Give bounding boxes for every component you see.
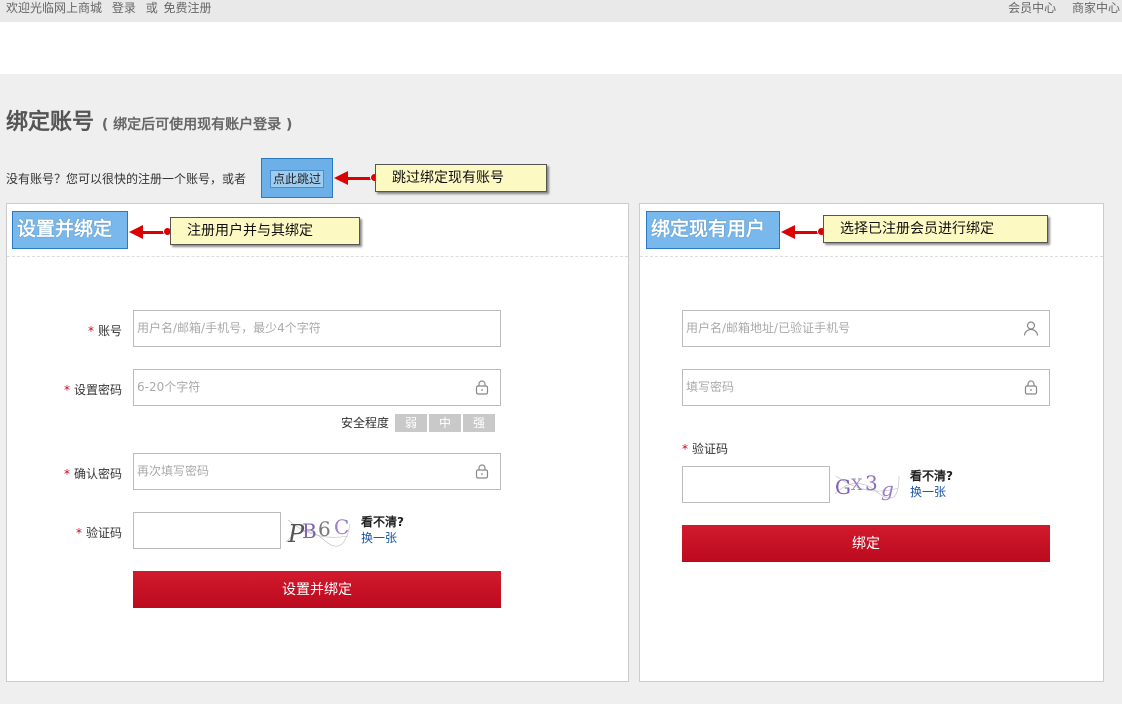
register-link[interactable]: 免费注册 bbox=[164, 1, 212, 15]
page-title-text: 绑定账号 bbox=[6, 110, 95, 135]
or-text: 或 bbox=[145, 1, 158, 15]
confirm-password-label: * 确认密码 bbox=[40, 465, 122, 482]
register-captcha-refresh: 看不清? 换一张 bbox=[361, 514, 404, 546]
register-password-input[interactable]: 6-20个字符 bbox=[133, 369, 501, 406]
top-bar-right: 会员中心 商家中心 bbox=[996, 0, 1120, 17]
required-mark: * bbox=[87, 324, 94, 338]
required-mark: * bbox=[682, 442, 688, 456]
bind-password-placeholder: 填写密码 bbox=[686, 380, 735, 394]
skip-callout: 跳过绑定现有账号 bbox=[375, 164, 547, 192]
register-confirm-placeholder: 再次填写密码 bbox=[137, 464, 210, 478]
required-mark: * bbox=[63, 383, 70, 397]
svg-text:G: G bbox=[835, 475, 851, 499]
merchant-center-link[interactable]: 商家中心 bbox=[1072, 1, 1120, 15]
register-captcha-input[interactable] bbox=[133, 512, 281, 549]
register-confirm-password-input[interactable]: 再次填写密码 bbox=[133, 453, 501, 490]
svg-text:6: 6 bbox=[318, 517, 331, 541]
register-callout-arrow-line bbox=[141, 231, 165, 234]
bind-captcha-image[interactable]: G X 3 g bbox=[833, 466, 901, 503]
bind-password-input[interactable]: 填写密码 bbox=[682, 369, 1050, 406]
page-subtitle: ( 绑定后可使用现有账户登录 ) bbox=[101, 117, 293, 133]
bind-callout: 选择已注册会员进行绑定 bbox=[823, 215, 1048, 243]
swap-captcha-link[interactable]: 换一张 bbox=[361, 530, 404, 546]
svg-text:3: 3 bbox=[865, 471, 878, 495]
page-title: 绑定账号 ( 绑定后可使用现有账户登录 ) bbox=[6, 104, 292, 136]
skip-hint-text: 没有账号？您可以很快的注册一个账号，或者 bbox=[6, 172, 247, 186]
bind-captcha-label: * 验证码 bbox=[682, 440, 728, 457]
register-callout: 注册用户并与其绑定 bbox=[170, 217, 360, 245]
register-captcha-label-text: 验证码 bbox=[85, 526, 122, 540]
bind-captcha-refresh: 看不清? 换一张 bbox=[910, 468, 953, 500]
cant-see-text: 看不清? bbox=[361, 515, 404, 529]
top-bar-left: 欢迎光临网上商城 登录 或 免费注册 bbox=[6, 0, 218, 17]
svg-text:B: B bbox=[302, 519, 317, 543]
password-label-text: 设置密码 bbox=[73, 383, 122, 397]
register-captcha-label: * 验证码 bbox=[60, 524, 122, 541]
lock-icon bbox=[475, 380, 489, 395]
register-panel bbox=[6, 203, 629, 682]
lock-icon bbox=[1024, 380, 1038, 395]
svg-text:C: C bbox=[334, 515, 349, 539]
skip-callout-arrow-line bbox=[346, 177, 372, 180]
strength-strong: 强 bbox=[463, 414, 496, 432]
welcome-text: 欢迎光临网上商城 bbox=[6, 1, 103, 15]
account-label-text: 账号 bbox=[97, 324, 122, 338]
top-bar: 欢迎光临网上商城 登录 或 免费注册 会员中心 商家中心 bbox=[0, 0, 1122, 22]
register-panel-divider bbox=[7, 256, 628, 257]
bind-captcha-label-text: 验证码 bbox=[692, 442, 729, 456]
bind-username-placeholder: 用户名/邮箱地址/已验证手机号 bbox=[686, 321, 851, 335]
cant-see-text: 看不清? bbox=[910, 469, 953, 483]
strength-weak: 弱 bbox=[395, 414, 428, 432]
register-panel-tag: 设置并绑定 bbox=[12, 211, 128, 249]
svg-text:g: g bbox=[881, 477, 894, 501]
register-password-placeholder: 6-20个字符 bbox=[137, 380, 201, 394]
svg-text:X: X bbox=[851, 475, 863, 494]
strength-label: 安全程度 bbox=[341, 416, 390, 430]
register-and-bind-button[interactable]: 设置并绑定 bbox=[133, 571, 501, 608]
password-label: * 设置密码 bbox=[40, 381, 122, 398]
required-mark: * bbox=[63, 467, 70, 481]
user-icon bbox=[1023, 321, 1039, 336]
account-label: * 账号 bbox=[60, 322, 122, 339]
swap-captcha-link[interactable]: 换一张 bbox=[910, 484, 953, 500]
bind-username-input[interactable]: 用户名/邮箱地址/已验证手机号 bbox=[682, 310, 1050, 347]
bind-button[interactable]: 绑定 bbox=[682, 525, 1050, 562]
bind-panel-divider bbox=[640, 256, 1103, 257]
strength-medium: 中 bbox=[429, 414, 462, 432]
register-captcha-image[interactable]: P B 6 C bbox=[284, 512, 352, 549]
header-banner bbox=[0, 22, 1122, 74]
register-account-input[interactable]: 用户名/邮箱/手机号，最少4个字符 bbox=[133, 310, 501, 347]
bind-captcha-input[interactable] bbox=[682, 466, 830, 503]
bind-panel-tag: 绑定现有用户 bbox=[646, 211, 780, 249]
skip-button[interactable]: 点此跳过 bbox=[270, 170, 324, 188]
required-mark: * bbox=[75, 526, 82, 540]
skip-button-highlight: 点此跳过 bbox=[261, 158, 333, 198]
member-center-link[interactable]: 会员中心 bbox=[1008, 1, 1056, 15]
confirm-label-text: 确认密码 bbox=[73, 467, 122, 481]
password-strength: 安全程度弱中强 bbox=[341, 414, 496, 432]
bind-callout-arrow-line bbox=[793, 231, 819, 234]
lock-icon bbox=[475, 464, 489, 479]
login-link[interactable]: 登录 bbox=[112, 1, 136, 15]
